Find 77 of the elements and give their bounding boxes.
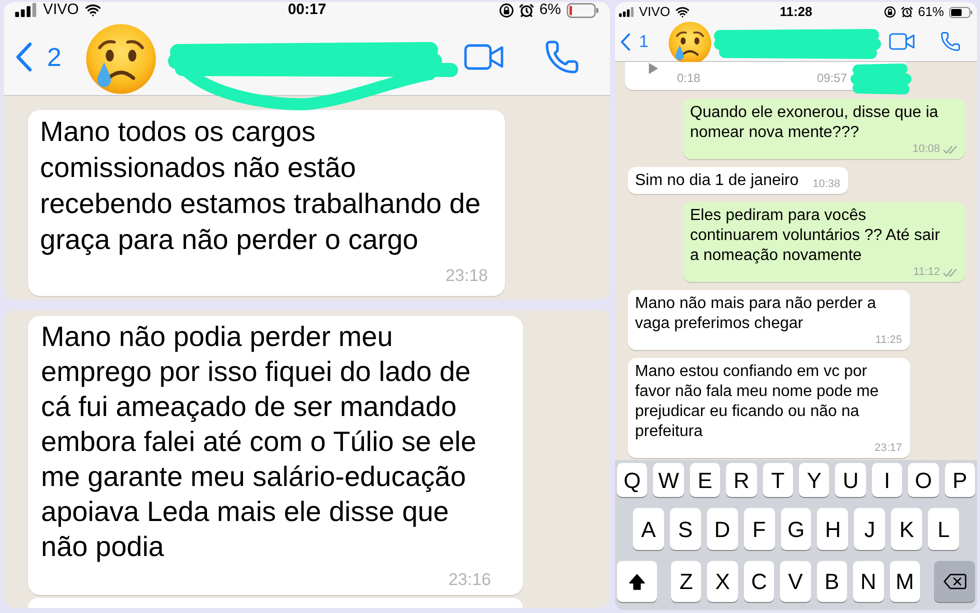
carrier-name: VIVO [43, 2, 79, 18]
keyboard-key[interactable]: A [633, 508, 664, 550]
keyboard-key[interactable]: Q [617, 463, 648, 497]
message-time: 23:17 [874, 442, 902, 455]
wifi-icon [675, 5, 690, 19]
keyboard-key[interactable]: J [854, 508, 886, 550]
signal-bars-icon [14, 3, 38, 17]
video-camera-icon [464, 44, 504, 70]
voice-duration: 0:18 [677, 71, 700, 85]
message-text: Mano não mais para não perder a vaga preferimos chegar [635, 294, 878, 334]
keyboard-key[interactable]: W [653, 463, 684, 497]
backspace-key[interactable] [934, 561, 975, 602]
message-text: Mano estou confiando em vc por favor não fala meu nome pode me prejudicar eu ficando ou não na prefeitura [635, 362, 880, 442]
crying-face-icon [85, 22, 158, 94]
battery-percent: 6% [539, 2, 561, 18]
back-button[interactable]: 1 [620, 32, 648, 52]
backspace-icon [942, 573, 966, 590]
message-time: 10:08 [912, 143, 940, 156]
video-call-button[interactable] [889, 33, 915, 50]
keyboard-key[interactable]: Y [799, 463, 830, 497]
status-time: 11:28 [780, 3, 812, 21]
keyboard-key[interactable]: C [744, 561, 774, 602]
crying-face-icon [668, 20, 712, 64]
rotation-lock-icon [499, 2, 514, 18]
keyboard-key[interactable]: G [780, 508, 812, 550]
message-time: 11:12 [913, 266, 940, 279]
voice-call-button[interactable] [940, 31, 961, 52]
keyboard-key[interactable]: U [835, 463, 866, 497]
chevron-left-icon [15, 42, 33, 72]
keyboard-key[interactable]: B [816, 561, 848, 602]
message-text: Mano não podia perder meu emprego por isso fiquei do lado de cá fui ameaçado de ser mandado embora falei até com o Túlio se ele me garante meu salário-educação apoiava Leda mais ele disse que não podia [41, 320, 478, 564]
alarm-clock-icon [900, 6, 913, 18]
video-camera-icon [889, 33, 915, 50]
keyboard-key[interactable]: P [944, 463, 976, 497]
message-text: Sim no dia 1 de janeiro [635, 171, 799, 191]
shift-key[interactable] [617, 561, 657, 602]
keyboard-key[interactable]: N [853, 561, 884, 602]
keyboard-key[interactable]: Z [671, 561, 702, 602]
battery-percent: 61% [918, 3, 944, 21]
redaction-scribble-drawing [850, 63, 912, 97]
back-button[interactable]: 2 [15, 42, 62, 72]
phone-icon [940, 31, 961, 52]
keyboard-key[interactable]: T [762, 463, 794, 497]
message-time: 10:38 [812, 178, 840, 191]
keyboard-key[interactable]: S [670, 508, 701, 550]
rotation-lock-icon [884, 6, 896, 18]
keyboard-key[interactable]: I [872, 463, 902, 497]
message-text: Mano todos os cargos comissionados não estão recebendo estamos trabalhando de graça para não perder o cargo [40, 115, 482, 257]
phone-icon [544, 38, 580, 74]
status-time: 00:17 [288, 2, 326, 18]
keyboard-key[interactable]: R [726, 463, 757, 497]
keyboard-key[interactable]: H [817, 508, 848, 550]
message-time: 09:57 [816, 71, 847, 85]
keyboard-key[interactable]: X [707, 561, 738, 602]
battery-icon [566, 2, 600, 18]
message-text: Quando ele exonerou, disse que ia nomear nova mente??? [690, 103, 940, 143]
keyboard-key[interactable]: K [891, 508, 922, 550]
wifi-icon [84, 2, 102, 18]
signal-bars-icon [619, 7, 634, 17]
keyboard-key[interactable]: E [690, 463, 720, 497]
carrier-name: VIVO [639, 3, 670, 21]
battery-icon [949, 6, 973, 18]
video-call-button[interactable] [464, 44, 504, 70]
voice-call-button[interactable] [544, 38, 580, 74]
keyboard-key[interactable]: O [908, 463, 939, 497]
keyboard-key[interactable]: V [780, 561, 811, 602]
chevron-left-icon [620, 32, 631, 50]
keyboard-key[interactable]: L [928, 508, 960, 550]
message-time: 23:16 [448, 570, 491, 590]
message-time: 23:18 [445, 266, 488, 286]
shift-arrow-icon [628, 572, 646, 590]
keyboard-key[interactable]: M [890, 561, 920, 602]
message-text: Eles pediram para vocês continuarem voluntários ?? Até sair a nomeação novamente [690, 206, 941, 266]
keyboard-key[interactable]: F [744, 508, 775, 550]
alarm-clock-icon [519, 2, 534, 18]
message-time: 11:25 [875, 334, 902, 347]
keyboard-key[interactable]: D [706, 508, 738, 550]
